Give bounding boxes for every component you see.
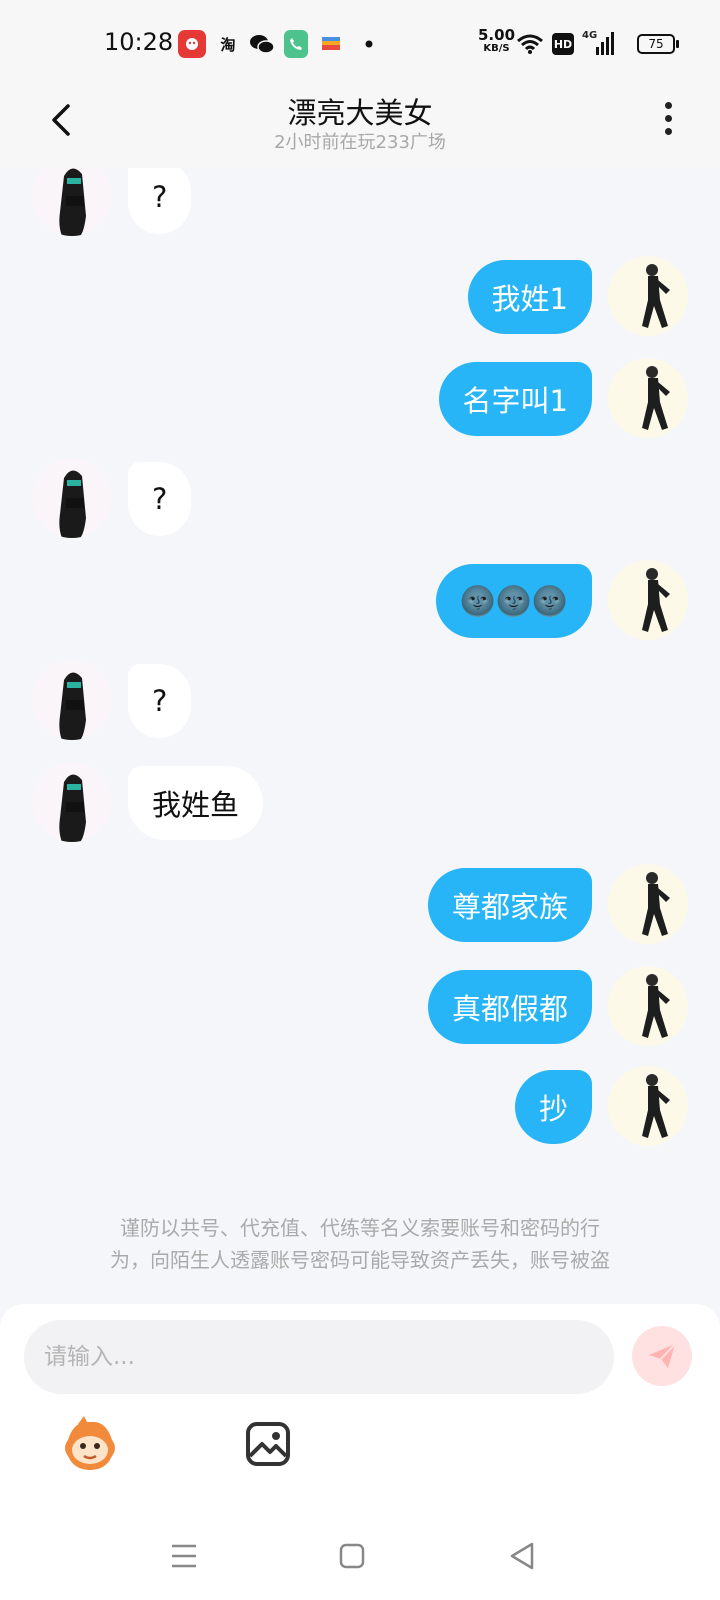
- image-icon: [246, 1422, 290, 1466]
- contact-avatar[interactable]: [32, 660, 112, 740]
- message-row: 🌚🌚🌚: [0, 560, 720, 640]
- wifi-icon: [516, 30, 544, 58]
- message-row: 真都假都: [0, 966, 720, 1046]
- hd-icon: HD: [552, 33, 574, 55]
- image-picker-button[interactable]: [238, 1414, 298, 1474]
- message-input[interactable]: [24, 1320, 614, 1394]
- more-dot-icon: [664, 128, 672, 135]
- incoming-message-bubble[interactable]: ?: [128, 664, 192, 738]
- sticker-button[interactable]: [60, 1414, 120, 1474]
- wallet-icon: [320, 30, 342, 58]
- user-avatar[interactable]: [608, 966, 688, 1046]
- send-button[interactable]: [632, 1326, 692, 1386]
- incoming-message-bubble[interactable]: ?: [128, 462, 192, 536]
- outgoing-message-bubble[interactable]: 抄: [514, 1070, 592, 1144]
- chat-header: 漂亮大美女 2小时前在玩233广场: [0, 84, 720, 168]
- chat-subtitle: 2小时前在玩233广场: [274, 132, 446, 153]
- message-row: ?: [0, 660, 720, 740]
- battery-indicator: 75: [637, 34, 679, 54]
- menu-lines-icon: [172, 1544, 196, 1568]
- safety-notice: 谨防以共号、代充值、代练等名义索要账号和密码的行 为，向陌生人透露账号密码可能导…: [56, 1212, 664, 1276]
- chat-title: 漂亮大美女: [287, 96, 433, 130]
- wechat-icon: [248, 30, 276, 58]
- more-dot-icon: [664, 115, 672, 122]
- recent-apps-button[interactable]: [164, 1536, 204, 1576]
- net-speed: 5.00 KB/S: [478, 26, 516, 55]
- notification-dot-icon: [362, 30, 376, 58]
- contact-avatar[interactable]: [32, 762, 112, 842]
- message-row: 我姓1: [0, 256, 720, 336]
- paper-plane-icon: [649, 1343, 676, 1368]
- outgoing-message-bubble[interactable]: 名字叫1: [438, 362, 592, 436]
- home-button[interactable]: [332, 1536, 372, 1576]
- outgoing-message-bubble[interactable]: 尊都家族: [427, 868, 592, 942]
- cellular-signal-icon: 4G: [582, 30, 616, 58]
- user-avatar[interactable]: [608, 256, 688, 336]
- message-row: ?: [0, 168, 720, 236]
- outgoing-message-bubble[interactable]: 真都假都: [427, 970, 592, 1044]
- message-list[interactable]: ? 我姓1 名字叫1 ? 🌚🌚🌚 ? 我姓鱼 尊都家族 真都假都 抄: [0, 168, 720, 1298]
- user-avatar[interactable]: [608, 358, 688, 438]
- user-avatar[interactable]: [608, 864, 688, 944]
- message-row: 我姓鱼: [0, 762, 720, 842]
- monkey-mascot-icon: [65, 1416, 115, 1470]
- contact-avatar[interactable]: [32, 168, 112, 236]
- contact-avatar[interactable]: [32, 458, 112, 538]
- user-avatar[interactable]: [608, 560, 688, 640]
- more-options-button[interactable]: [662, 102, 674, 142]
- incoming-message-bubble[interactable]: ?: [128, 168, 192, 234]
- incoming-message-bubble[interactable]: 我姓鱼: [128, 766, 264, 840]
- message-row: 名字叫1: [0, 358, 720, 438]
- message-row: ?: [0, 458, 720, 538]
- outgoing-message-bubble[interactable]: 🌚🌚🌚: [435, 564, 592, 638]
- message-row: 尊都家族: [0, 864, 720, 944]
- phone-icon: [284, 30, 308, 58]
- back-nav-button[interactable]: [502, 1536, 542, 1576]
- app-notification-icon: [178, 30, 206, 58]
- user-avatar[interactable]: [608, 1066, 688, 1146]
- system-navigation-bar: [0, 1520, 720, 1600]
- triangle-back-icon: [510, 1542, 534, 1570]
- status-bar: 10:28 淘 5.00 KB/S HD 4G 75: [0, 0, 720, 84]
- message-row: 抄: [0, 1066, 720, 1146]
- square-icon: [339, 1543, 365, 1569]
- outgoing-message-bubble[interactable]: 我姓1: [467, 260, 592, 334]
- safety-notice-line: 为，向陌生人透露账号密码可能导致资产丢失，账号被盗: [110, 1248, 610, 1272]
- more-dot-icon: [664, 102, 672, 109]
- safety-notice-line: 谨防以共号、代充值、代练等名义索要账号和密码的行: [120, 1216, 600, 1240]
- status-time: 10:28: [104, 28, 174, 56]
- taobao-icon: 淘: [220, 35, 236, 54]
